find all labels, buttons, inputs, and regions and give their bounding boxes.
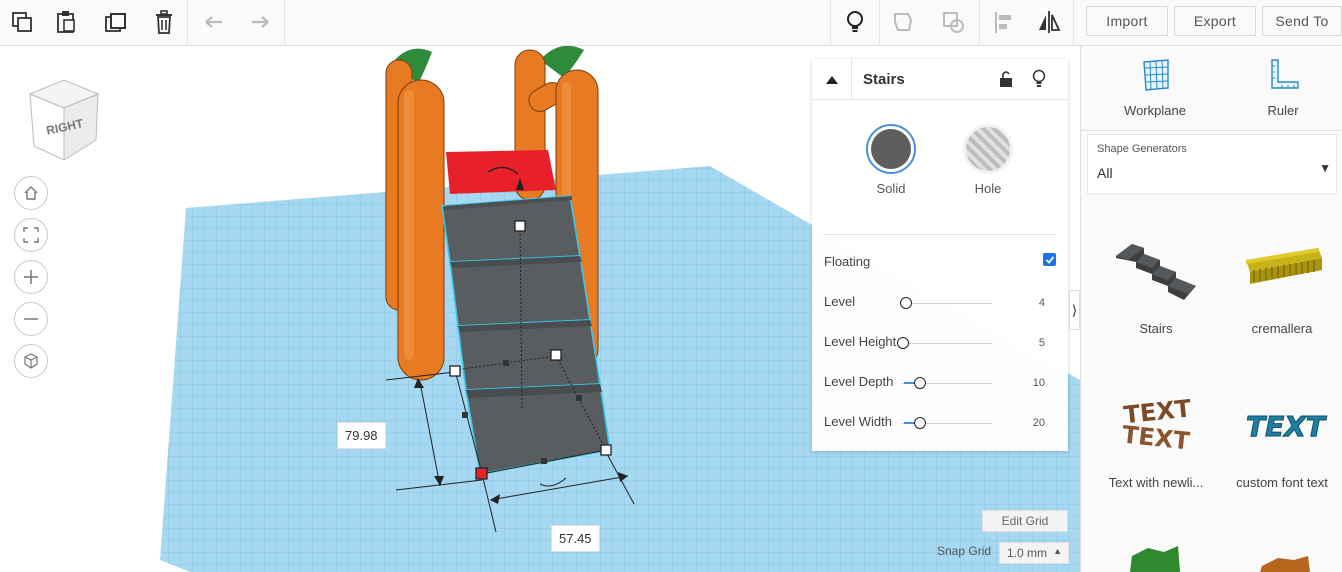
depth-dimension-label[interactable]: 79.98 bbox=[337, 422, 386, 449]
caret-up-icon bbox=[825, 75, 838, 84]
shape-label: cremallera bbox=[1251, 321, 1313, 336]
width-dimension-label[interactable]: 57.45 bbox=[551, 525, 600, 552]
mirror-icon[interactable] bbox=[1027, 0, 1071, 44]
level-depth-label: Level Depth bbox=[824, 374, 894, 389]
top-toolbar: Import Export Send To bbox=[0, 0, 1342, 46]
paste-icon[interactable] bbox=[44, 0, 88, 44]
fit-icon bbox=[23, 227, 39, 243]
3d-viewport[interactable]: RIGHT 79.98 57.45 Stairs Solid Hole Floa… bbox=[0, 46, 1080, 572]
floating-checkbox[interactable] bbox=[1043, 253, 1056, 266]
fit-view-button[interactable] bbox=[14, 218, 48, 252]
shape-custom-font-text[interactable]: TEXT custom font text bbox=[1224, 386, 1340, 491]
workplane-label: Workplane bbox=[1124, 103, 1186, 118]
cremallera-thumbnail bbox=[1246, 248, 1322, 284]
snap-grid-select[interactable]: 1.0 mm ▲ bbox=[999, 542, 1069, 564]
panel-toggle-button[interactable]: ⟩ bbox=[1069, 290, 1080, 330]
ruler-label: Ruler bbox=[1267, 103, 1299, 118]
solid-swatch[interactable] bbox=[866, 124, 916, 174]
shape-cremallera[interactable]: cremallera bbox=[1224, 236, 1340, 336]
shape-text-with-newline[interactable]: TEXT TEXT Text with newli... bbox=[1098, 386, 1214, 490]
trash-icon[interactable] bbox=[142, 0, 186, 44]
unlock-icon[interactable] bbox=[998, 69, 1014, 89]
ruler-icon bbox=[1271, 59, 1299, 89]
collapse-button[interactable] bbox=[812, 59, 852, 100]
view-cube[interactable]: RIGHT bbox=[24, 76, 104, 166]
duplicate-icon[interactable] bbox=[94, 0, 138, 44]
custom-font-text-thumbnail: TEXT bbox=[1246, 410, 1328, 444]
undo-icon[interactable] bbox=[192, 0, 236, 44]
hole-swatch[interactable] bbox=[963, 124, 1013, 174]
perspective-button[interactable] bbox=[14, 344, 48, 378]
hole-label: Hole bbox=[974, 181, 1002, 196]
shape-generators-title: Shape Generators bbox=[1097, 143, 1187, 155]
level-depth-slider[interactable] bbox=[914, 377, 926, 389]
workplane-icon bbox=[1143, 59, 1169, 91]
shape-generators-dropdown[interactable]: Shape Generators All ▼ bbox=[1087, 134, 1337, 194]
send-to-button[interactable]: Send To bbox=[1262, 6, 1342, 36]
green-text-thumbnail bbox=[1130, 546, 1180, 572]
export-button[interactable]: Export bbox=[1174, 6, 1256, 36]
solid-color-fill bbox=[871, 129, 911, 169]
level-width-value[interactable]: 20 bbox=[1033, 417, 1045, 429]
svg-text:TEXT: TEXT bbox=[1121, 421, 1192, 456]
checkmark-icon bbox=[1045, 255, 1054, 264]
chevron-right-icon: ⟩ bbox=[1071, 301, 1078, 318]
shape-label: Stairs bbox=[1139, 321, 1173, 336]
level-label: Level bbox=[824, 294, 856, 309]
align-icon[interactable] bbox=[982, 0, 1026, 44]
text-with-newline-thumbnail: TEXT TEXT bbox=[1121, 394, 1193, 456]
stairs-thumbnail bbox=[1116, 244, 1196, 300]
level-height-value[interactable]: 5 bbox=[1039, 337, 1045, 349]
plus-icon bbox=[24, 270, 38, 284]
shape-title: Stairs bbox=[863, 71, 905, 88]
ruler-tool[interactable]: Ruler bbox=[1233, 58, 1333, 118]
shape-label: Text with newli... bbox=[1108, 475, 1204, 490]
red-top-block bbox=[446, 150, 556, 194]
workplane-tool[interactable]: Workplane bbox=[1105, 58, 1205, 118]
home-view-button[interactable] bbox=[14, 176, 48, 210]
caret-down-icon: ▼ bbox=[1319, 161, 1331, 175]
minus-icon bbox=[24, 318, 38, 320]
lightbulb-icon[interactable] bbox=[833, 0, 877, 44]
cube-icon bbox=[24, 353, 38, 369]
ungroup-icon[interactable] bbox=[932, 0, 976, 44]
import-button[interactable]: Import bbox=[1086, 6, 1168, 36]
snap-grid-value: 1.0 mm bbox=[1007, 546, 1048, 560]
shape-label: custom font text bbox=[1236, 475, 1328, 490]
floating-label: Floating bbox=[824, 254, 871, 269]
lightbulb-icon[interactable] bbox=[1031, 68, 1047, 90]
edit-grid-button[interactable]: Edit Grid bbox=[982, 510, 1068, 532]
shape-generators-value: All bbox=[1097, 165, 1113, 181]
level-value[interactable]: 4 bbox=[1039, 297, 1045, 309]
right-panel: Workplane Ruler Shape Generators All ▼ S… bbox=[1080, 46, 1342, 572]
copy-icon[interactable] bbox=[0, 0, 44, 44]
shape-thumbnail-partial[interactable] bbox=[1224, 546, 1340, 572]
home-icon bbox=[24, 186, 38, 200]
snap-grid-label: Snap Grid bbox=[937, 544, 992, 558]
svg-text:TEXT: TEXT bbox=[1246, 410, 1327, 443]
shape-inspector: Stairs Solid Hole Floating Level 4 Level… bbox=[812, 59, 1068, 451]
level-width-label: Level Width bbox=[824, 414, 892, 429]
zoom-in-button[interactable] bbox=[14, 260, 48, 294]
caret-up-icon: ▲ bbox=[1053, 546, 1062, 556]
level-height-label: Level Height bbox=[824, 334, 897, 349]
redo-icon[interactable] bbox=[238, 0, 282, 44]
level-depth-value[interactable]: 10 bbox=[1033, 377, 1045, 389]
shape-thumbnail-partial[interactable] bbox=[1098, 536, 1214, 572]
level-slider[interactable] bbox=[900, 297, 912, 309]
level-width-slider[interactable] bbox=[914, 417, 926, 429]
orange-text-thumbnail bbox=[1260, 556, 1310, 572]
group-icon[interactable] bbox=[882, 0, 926, 44]
shape-stairs[interactable]: Stairs bbox=[1098, 236, 1214, 336]
solid-label: Solid bbox=[876, 181, 906, 196]
zoom-out-button[interactable] bbox=[14, 302, 48, 336]
level-height-slider[interactable] bbox=[897, 337, 909, 349]
